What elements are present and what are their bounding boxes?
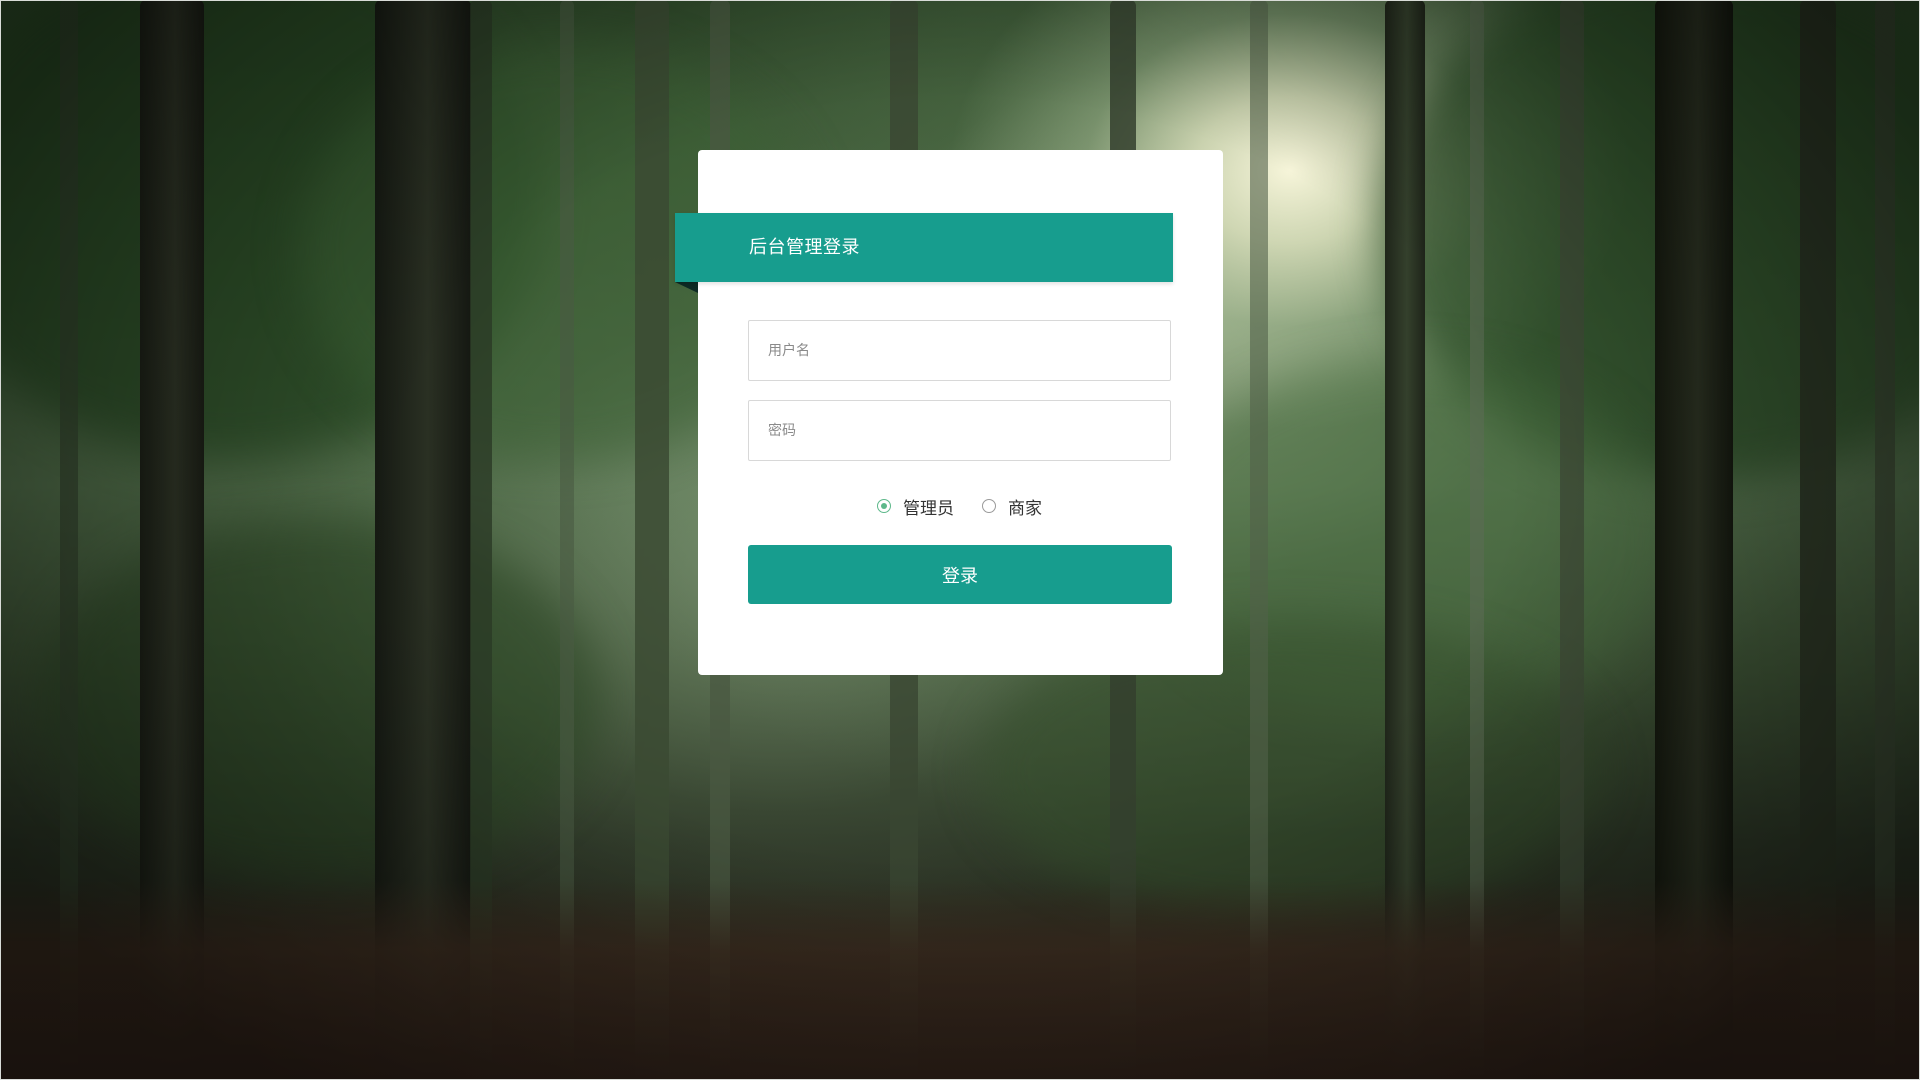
merchant-radio[interactable] — [982, 499, 996, 513]
login-button[interactable]: 登录 — [748, 545, 1172, 604]
login-title-banner: 后台管理登录 — [675, 213, 1173, 282]
role-selector: 管理员 商家 — [748, 492, 1171, 520]
password-input[interactable] — [748, 400, 1171, 461]
title-ribbon-fold — [675, 282, 698, 293]
login-title: 后台管理登录 — [749, 237, 860, 258]
role-option-admin[interactable]: 管理员 — [877, 494, 954, 519]
role-label-merchant: 商家 — [1008, 498, 1042, 519]
username-input[interactable] — [748, 320, 1171, 381]
role-label-admin: 管理员 — [903, 498, 954, 519]
admin-radio[interactable] — [877, 499, 891, 513]
role-option-merchant[interactable]: 商家 — [982, 494, 1042, 519]
